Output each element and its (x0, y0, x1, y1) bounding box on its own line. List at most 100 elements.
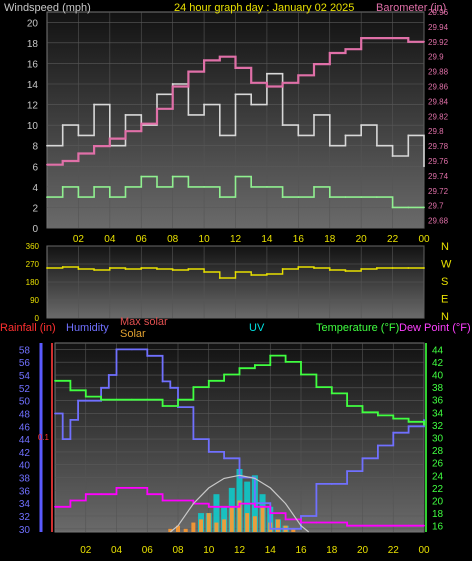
max-solar-label: Max solar (120, 316, 168, 328)
avg-point (108, 196, 111, 199)
humidity-ticks: 30 32 34 3638 40 42 44 46 4850 52 54 56 58 (19, 345, 31, 535)
temperature-point (361, 411, 364, 414)
wind-direction-point (250, 274, 253, 276)
barometer-point (203, 59, 205, 62)
barometer-point (313, 63, 315, 66)
temperature-point (100, 398, 103, 401)
temperature-tick-label: 18 (432, 509, 444, 520)
gust-point (77, 134, 80, 137)
humidity-point (146, 354, 149, 357)
wind-direction-point (407, 267, 410, 269)
gust-point (407, 134, 410, 137)
barometer-tick-label: 29.9 (428, 53, 444, 62)
humidity-point (346, 470, 349, 473)
avg-point (77, 196, 80, 199)
direction-degree-ticks: 360270180900 (26, 242, 40, 323)
gust-point (61, 124, 64, 127)
windspeed-tick-label: 2 (32, 203, 38, 214)
barometer-tick-label: 29.72 (428, 187, 449, 196)
time-tick-label: 16 (295, 545, 307, 556)
dew-point-point (69, 499, 72, 502)
barometer-point (124, 130, 127, 133)
dew-point-point (361, 524, 364, 527)
humidity-point (423, 418, 425, 421)
humidity-tick-label: 50 (19, 397, 31, 408)
temperature-point (69, 389, 72, 392)
time-tick-label: 22 (387, 234, 399, 245)
humidity-point (238, 476, 241, 479)
temp-humidity-panel: Rainfall (in) Humidity Max solar Solar U… (0, 316, 471, 556)
barometer-point (423, 40, 425, 43)
humidity-point (330, 483, 333, 485)
time-tick-label: 10 (199, 234, 211, 245)
gust-point (218, 134, 221, 137)
gust-point (203, 103, 205, 106)
avg-point (156, 185, 158, 188)
time-tick-label: 20 (356, 234, 368, 245)
humidity-point (284, 527, 287, 530)
humidity-tick-label: 56 (19, 358, 31, 369)
time-tick-label: 00 (418, 545, 430, 556)
dew-point-point (223, 505, 226, 508)
temperature-tick-label: 20 (432, 497, 444, 508)
barometer-point (171, 85, 174, 88)
wind-direction-panel: 360270180900 NWSEN (26, 241, 452, 323)
barometer-tick-label: 29.92 (428, 38, 449, 47)
dew-point-point (269, 512, 272, 514)
wind-direction-point (124, 268, 127, 270)
temperature-tick-label: 34 (432, 408, 444, 419)
gust-point (171, 83, 174, 85)
temperature-point (238, 367, 241, 370)
avg-point (407, 206, 410, 209)
dew-point-point (330, 521, 333, 524)
humidity-point (130, 348, 133, 351)
gust-point (375, 144, 378, 147)
dew-point-point (207, 505, 210, 508)
time-tick-label: 18 (324, 234, 336, 245)
humidity-tick-label: 48 (19, 409, 31, 420)
temperature-tick-label: 44 (432, 345, 444, 356)
temperature-tick-label: 36 (432, 396, 444, 407)
avg-point (328, 196, 331, 199)
temperature-point (161, 405, 164, 407)
barometer-point (328, 52, 331, 54)
temperature-tick-label: 22 (432, 484, 444, 495)
time-tick-label: 08 (172, 545, 184, 556)
time-tick-label: 12 (230, 234, 242, 245)
windspeed-ticks: 0 2 4 6 8 10 12 14 16 18 20 (27, 18, 39, 235)
humidity-point (315, 483, 318, 485)
gust-point (423, 165, 425, 168)
avg-point (360, 196, 363, 199)
time-tick-label: 02 (80, 545, 92, 556)
avg-point (61, 185, 64, 188)
gust-point (46, 144, 48, 147)
rain-tick-label: 0.1 (38, 433, 50, 442)
solar-bar (222, 519, 227, 532)
time-tick-label: 20 (357, 545, 369, 556)
gust-point (187, 113, 190, 116)
temperature-point (300, 373, 302, 376)
dew-point-point (423, 524, 425, 527)
avg-point (391, 206, 394, 209)
time-tick-label: 02 (73, 234, 85, 245)
barometer-tick-label: 29.88 (428, 68, 449, 77)
dew-point-point (115, 487, 118, 489)
humidity-point (169, 386, 172, 389)
humidity-tick-label: 52 (19, 384, 31, 395)
wind-direction-point (375, 267, 378, 269)
gust-point (313, 113, 315, 116)
temperature-point (269, 354, 272, 357)
solar-bar (183, 528, 188, 532)
wind-direction-point (93, 269, 96, 271)
humidity-tick-label: 30 (19, 525, 31, 536)
dew-point-point (346, 524, 349, 527)
barometer-tick-label: 29.74 (428, 172, 449, 181)
humidity-tick-label: 54 (19, 371, 31, 382)
dew-point-point (300, 521, 302, 524)
gust-point (391, 155, 394, 157)
temperature-tick-label: 32 (432, 421, 444, 432)
temperature-label: Temperature (°F) (316, 322, 399, 334)
barometer-point (297, 74, 300, 77)
barometer-tick-label: 29.68 (428, 217, 449, 226)
avg-point (140, 175, 143, 178)
